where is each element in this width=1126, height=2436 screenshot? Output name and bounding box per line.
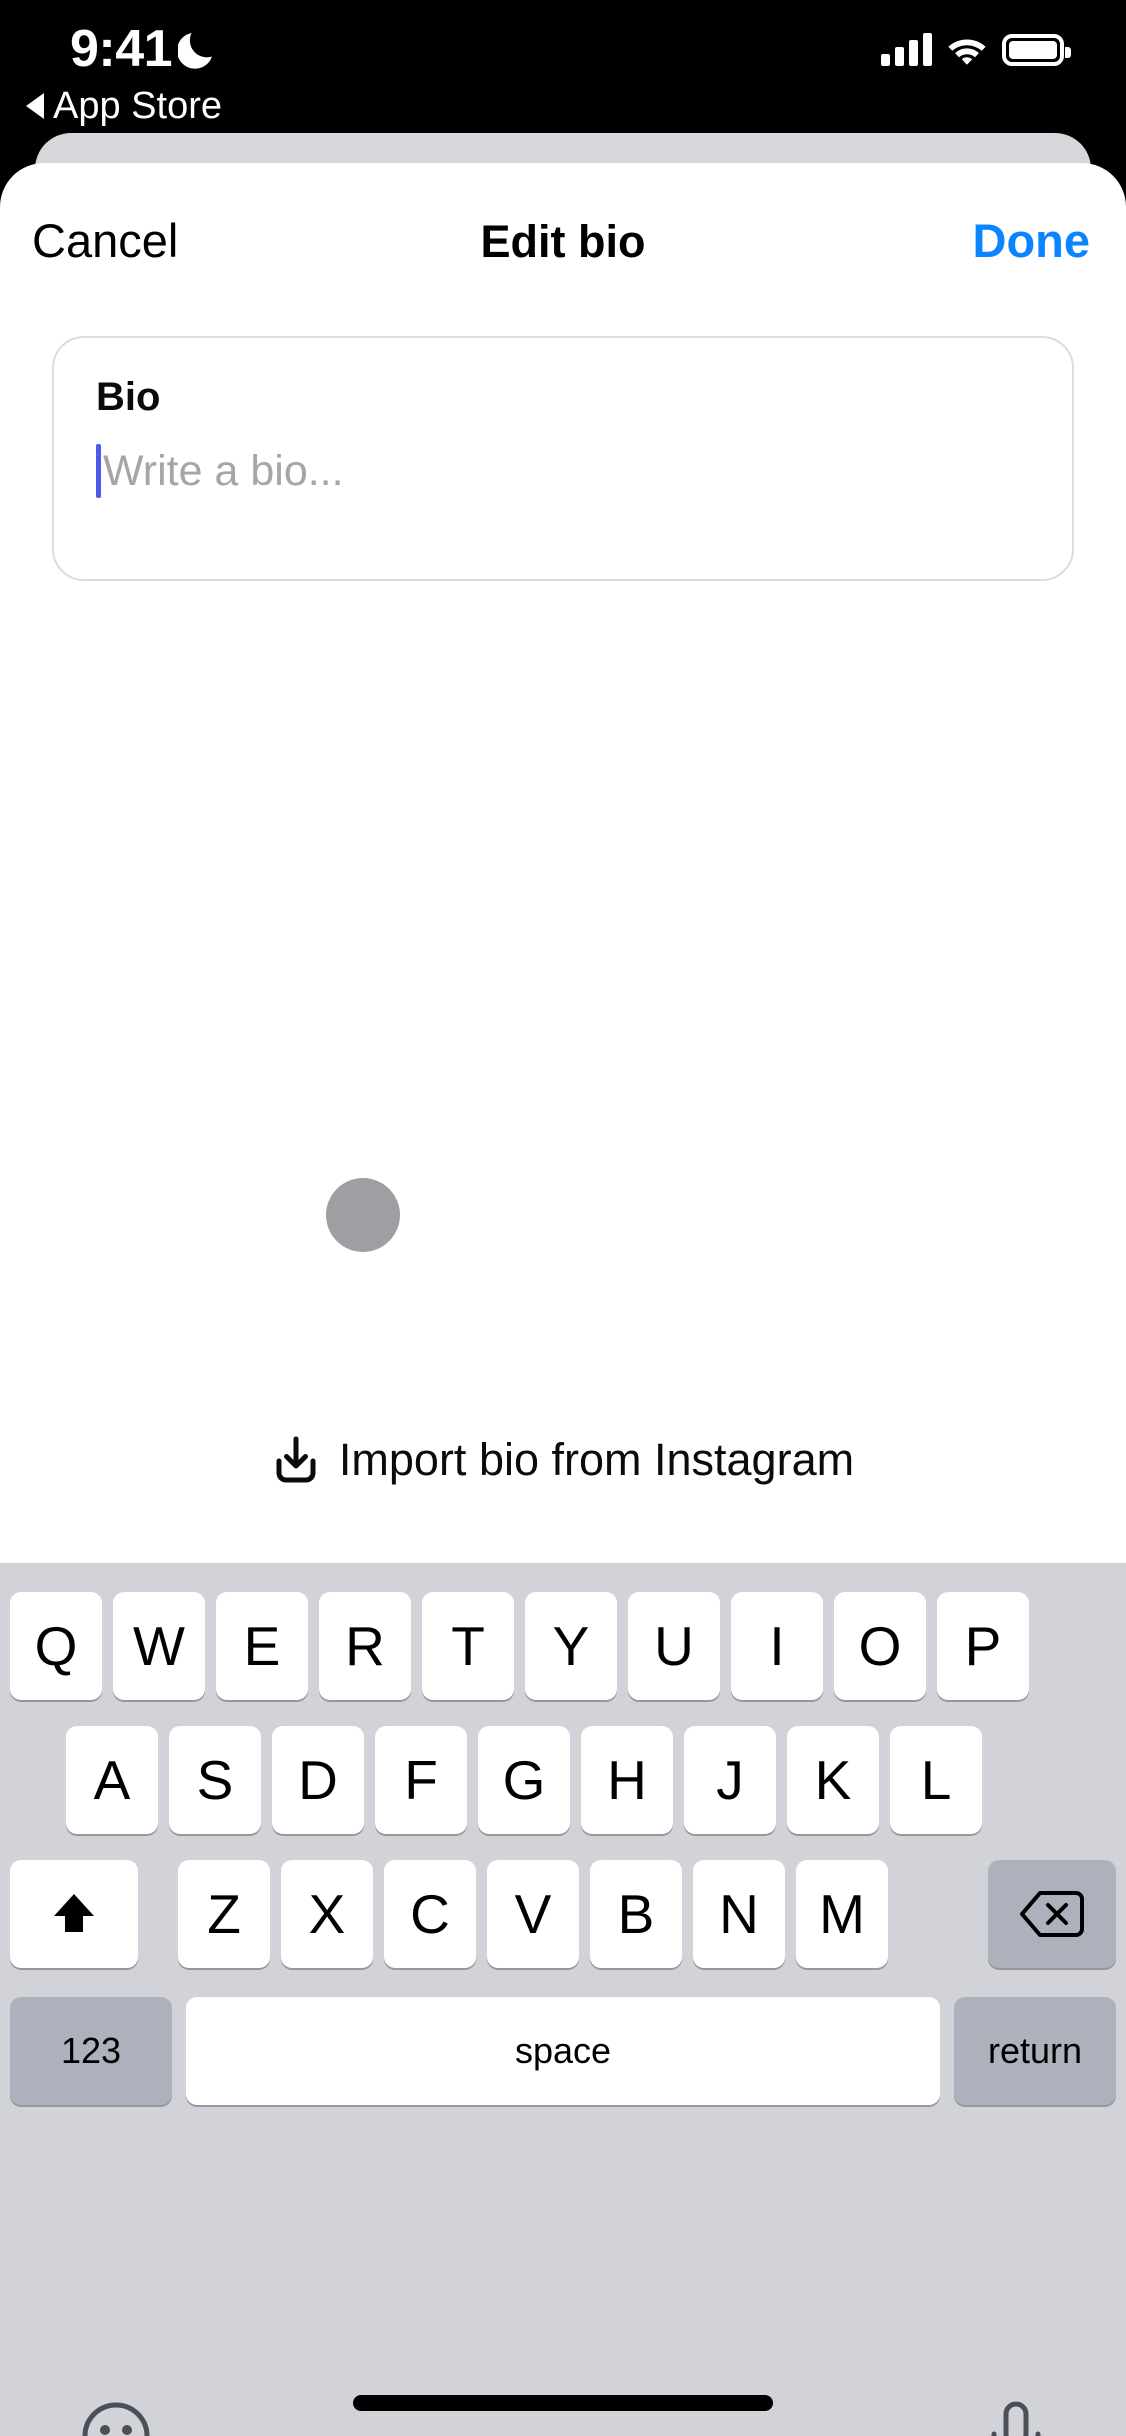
key-t[interactable]: T [422,1592,514,1700]
smiley-face-icon[interactable] [80,2400,152,2436]
key-p[interactable]: P [937,1592,1029,1700]
status-bar-indicators [881,26,1071,74]
bio-placeholder: Write a bio... [103,447,344,495]
shift-key[interactable] [10,1860,138,1968]
software-keyboard: QWERTYUIOP ASDFGHJKL ZXCVBNM 123 space ret… [0,1563,1126,2436]
iphone-screen: 9:41 App Store Cancel Edit bio Done Bio … [0,0,1126,2436]
key-l[interactable]: L [890,1726,982,1834]
key-d[interactable]: D [272,1726,364,1834]
key-k[interactable]: K [787,1726,879,1834]
key-a[interactable]: A [66,1726,158,1834]
backspace-key[interactable] [988,1860,1116,1968]
home-indicator [353,2395,773,2411]
back-link-label: App Store [53,85,222,127]
back-to-app-store-link[interactable]: App Store [26,84,222,128]
space-key[interactable]: space [186,1997,940,2105]
backspace-delete-icon [1020,1891,1084,1937]
bio-field-card[interactable]: Bio Write a bio... [52,336,1074,581]
cellular-signal-icon [881,33,932,66]
numbers-key[interactable]: 123 [10,1997,172,2105]
battery-full-icon [1002,34,1071,66]
triangle-left-icon [26,93,44,119]
sheet-nav-bar: Cancel Edit bio Done [0,163,1126,293]
page-title: Edit bio [480,216,646,267]
done-button[interactable]: Done [973,213,1091,269]
crescent-moon-icon [178,33,212,69]
status-time: 9:41 [70,20,173,78]
key-w[interactable]: W [113,1592,205,1700]
key-s[interactable]: S [169,1726,261,1834]
bio-field-label: Bio [96,375,161,419]
text-caret [96,444,101,498]
key-m[interactable]: M [796,1860,888,1968]
import-bio-label: Import bio from Instagram [338,1434,855,1485]
key-z[interactable]: Z [178,1860,270,1968]
key-b[interactable]: B [590,1860,682,1968]
key-x[interactable]: X [281,1860,373,1968]
return-key[interactable]: return [954,1997,1116,2105]
key-j[interactable]: J [684,1726,776,1834]
key-f[interactable]: F [375,1726,467,1834]
key-g[interactable]: G [478,1726,570,1834]
shift-arrow-up-icon [54,1894,94,1932]
import-bio-from-instagram-button[interactable]: Import bio from Instagram [0,1430,1126,1490]
key-u[interactable]: U [628,1592,720,1700]
key-y[interactable]: Y [525,1592,617,1700]
key-o[interactable]: O [834,1592,926,1700]
microphone-icon[interactable] [986,2400,1046,2436]
key-v[interactable]: V [487,1860,579,1968]
touch-point [326,1178,400,1252]
key-e[interactable]: E [216,1592,308,1700]
key-q[interactable]: Q [10,1592,102,1700]
wifi-icon [948,39,986,65]
edit-bio-sheet: Cancel Edit bio Done Bio Write a bio... … [0,163,1126,2436]
bio-input[interactable]: Write a bio... [96,442,344,500]
key-c[interactable]: C [384,1860,476,1968]
key-r[interactable]: R [319,1592,411,1700]
import-download-icon [276,1436,316,1483]
key-i[interactable]: I [731,1592,823,1700]
key-n[interactable]: N [693,1860,785,1968]
key-h[interactable]: H [581,1726,673,1834]
